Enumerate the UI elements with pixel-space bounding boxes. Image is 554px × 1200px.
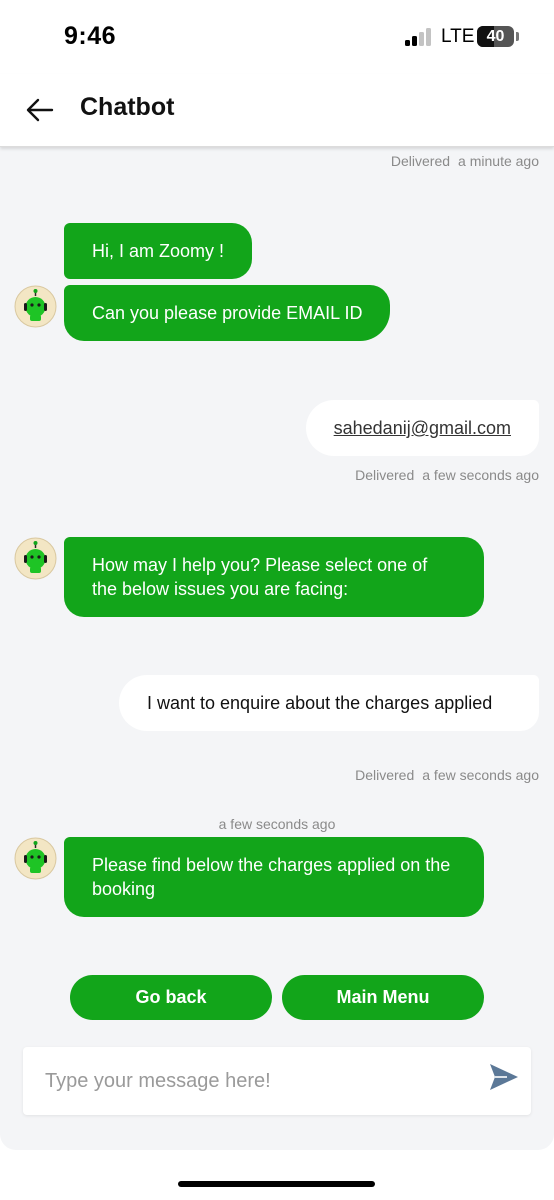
battery-tip xyxy=(516,32,519,41)
delivered-status: Delivered xyxy=(355,767,415,783)
message-text: Can you please provide EMAIL ID xyxy=(92,303,363,323)
message-meta: Delivered a few seconds ago xyxy=(355,467,539,483)
user-message: sahedanij@gmail.com xyxy=(305,400,539,456)
battery-level: 40 xyxy=(486,28,505,45)
bot-message: Can you please provide EMAIL ID xyxy=(64,285,391,341)
message-meta: Delivered a minute ago xyxy=(391,153,539,169)
message-text: Please find below the charges applied on… xyxy=(92,855,451,899)
signal-icon xyxy=(405,28,433,46)
status-time: 9:46 xyxy=(64,22,117,50)
email-link[interactable]: sahedanij@gmail.com xyxy=(334,418,511,438)
message-meta: Delivered a few seconds ago xyxy=(355,767,539,783)
bot-message: How may I help you? Please select one of… xyxy=(64,537,484,617)
bot-avatar xyxy=(14,537,57,580)
battery-icon: 40 xyxy=(477,26,514,47)
bot-avatar xyxy=(14,285,57,328)
chat-area: Delivered a minute ago Hi, I am Zoomy ! C… xyxy=(0,147,554,1150)
go-back-button[interactable]: Go back xyxy=(70,975,272,1020)
message-time: a few seconds ago xyxy=(422,467,539,483)
status-bar: 9:46 LTE 40 xyxy=(0,0,554,74)
delivered-status: Delivered xyxy=(355,467,415,483)
message-text: Hi, I am Zoomy ! xyxy=(92,241,225,261)
send-button[interactable] xyxy=(487,1060,521,1094)
user-message: I want to enquire about the charges appl… xyxy=(119,675,539,731)
send-icon xyxy=(490,1064,518,1090)
bot-message: Hi, I am Zoomy ! xyxy=(64,223,253,279)
app-header: Chatbot xyxy=(0,74,554,147)
delivered-status: Delivered xyxy=(390,153,451,169)
bot-message: Please find below the charges applied on… xyxy=(64,837,484,917)
page-title: Chatbot xyxy=(80,93,175,121)
arrow-left-icon xyxy=(26,98,54,122)
message-input[interactable] xyxy=(45,1064,475,1098)
message-time: a minute ago xyxy=(458,153,539,169)
back-button[interactable] xyxy=(22,92,58,128)
main-menu-button[interactable]: Main Menu xyxy=(282,975,484,1020)
message-time: a few seconds ago xyxy=(218,816,336,832)
bot-avatar xyxy=(14,837,57,880)
home-indicator xyxy=(178,1181,375,1187)
network-type: LTE xyxy=(441,26,475,47)
message-composer xyxy=(23,1047,531,1115)
message-time: a few seconds ago xyxy=(422,767,539,783)
message-text: How may I help you? Please select one of… xyxy=(92,555,428,599)
message-text: I want to enquire about the charges appl… xyxy=(147,693,493,713)
